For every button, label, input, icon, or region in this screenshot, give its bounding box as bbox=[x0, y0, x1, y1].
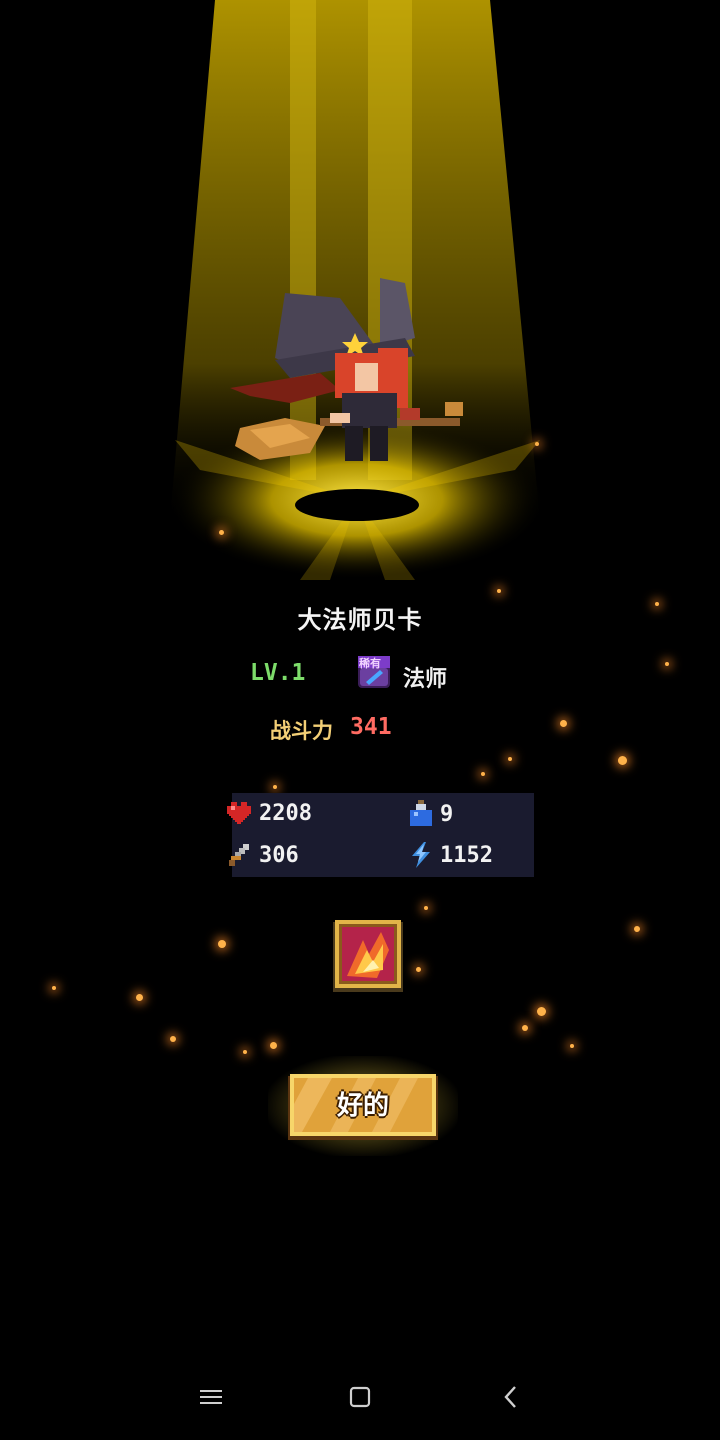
stat-mp-value: 9 bbox=[440, 801, 454, 827]
ember-particle bbox=[508, 757, 512, 761]
menu-icon bbox=[200, 1390, 222, 1404]
ember-particle bbox=[535, 442, 539, 446]
stat-speed: 1152 bbox=[408, 842, 493, 868]
combat-power-label: 战斗力 bbox=[270, 719, 333, 743]
stat-attack: 306 bbox=[227, 842, 299, 868]
confirm-ok-button[interactable]: 好的 bbox=[288, 1074, 438, 1140]
ember-particle bbox=[170, 1036, 176, 1042]
ember-particle bbox=[570, 1044, 574, 1048]
ember-particle bbox=[219, 530, 224, 535]
witch-character-sprite bbox=[230, 278, 463, 461]
ember-particle bbox=[537, 1007, 546, 1016]
menu-button[interactable] bbox=[181, 1372, 241, 1422]
back-chevron-icon bbox=[504, 1386, 516, 1408]
back-button[interactable] bbox=[481, 1372, 541, 1422]
ember-particle bbox=[416, 967, 421, 972]
ember-particle bbox=[497, 589, 501, 593]
sword-icon bbox=[229, 844, 249, 866]
ember-particle bbox=[522, 1025, 528, 1031]
ember-particle bbox=[481, 772, 485, 776]
stat-hp: 2208 bbox=[225, 800, 312, 826]
fire-scroll-icon[interactable] bbox=[333, 920, 403, 992]
rarity-badge-label: 稀有 bbox=[359, 657, 381, 670]
confirm-ok-label: 好的 bbox=[336, 1091, 389, 1121]
ember-particle bbox=[618, 756, 627, 765]
heart-icon bbox=[227, 802, 251, 824]
ember-particle bbox=[665, 662, 669, 666]
stat-attack-value: 306 bbox=[259, 842, 299, 868]
lightning-icon bbox=[412, 842, 430, 868]
potion-icon bbox=[410, 800, 432, 826]
hero-level: LV.1 bbox=[250, 660, 306, 686]
hero-name: 大法师贝卡 bbox=[297, 606, 423, 634]
ember-particle bbox=[136, 994, 143, 1001]
home-square-icon bbox=[349, 1386, 371, 1408]
ember-particle bbox=[424, 906, 428, 910]
hero-class: 法师 bbox=[403, 667, 448, 692]
stat-hp-value: 2208 bbox=[259, 800, 312, 826]
ember-particle bbox=[270, 1042, 277, 1049]
combat-power-value: 341 bbox=[350, 714, 392, 740]
ember-particle bbox=[218, 940, 226, 948]
ember-particle bbox=[634, 926, 640, 932]
stat-mp: 9 bbox=[408, 800, 453, 828]
ember-particle bbox=[273, 785, 277, 789]
home-button[interactable] bbox=[330, 1372, 390, 1422]
stat-speed-value: 1152 bbox=[440, 842, 493, 868]
ember-particle bbox=[52, 986, 56, 990]
ember-particle bbox=[243, 1050, 247, 1054]
ember-particle bbox=[560, 720, 567, 727]
